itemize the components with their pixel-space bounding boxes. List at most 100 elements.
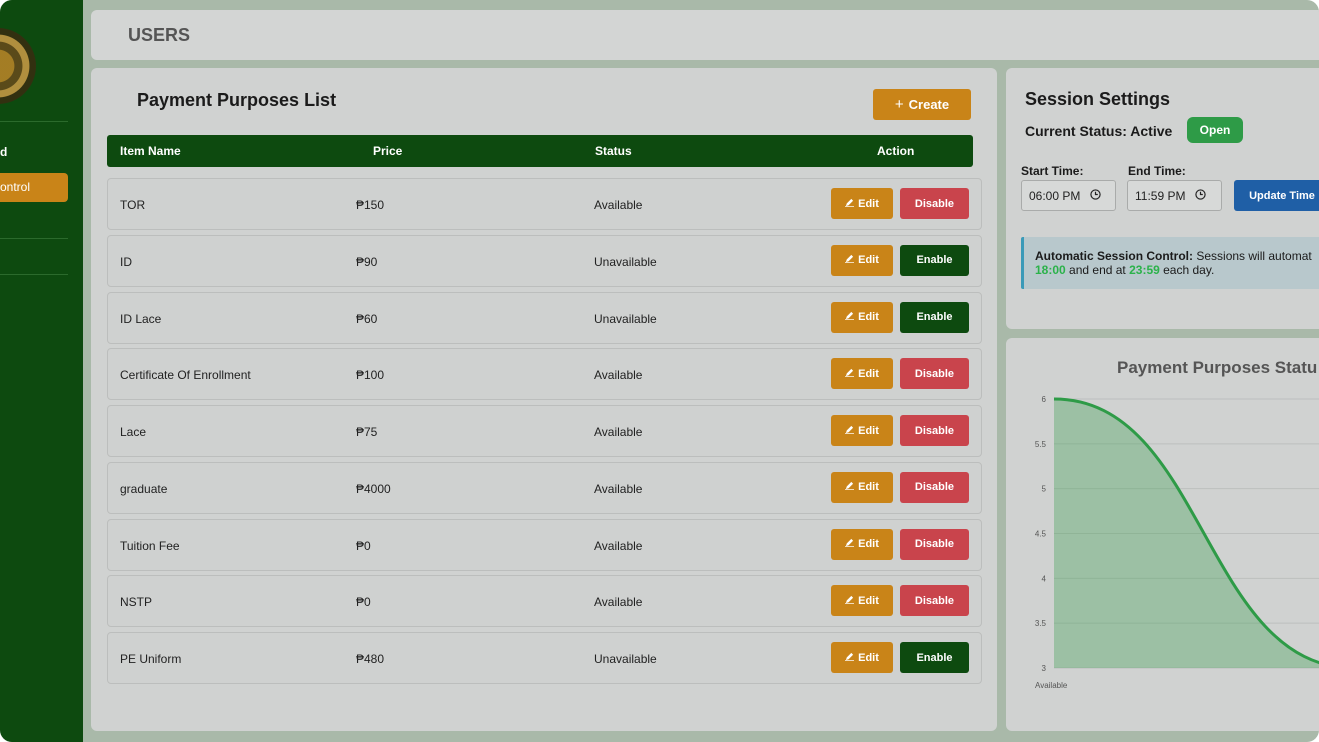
column-header-action: Action [877,144,915,158]
info-heading: Automatic Session Control: [1035,249,1194,263]
pencil-icon [845,198,855,210]
edit-button[interactable]: Edit [831,301,893,333]
column-header-item-name: Item Name [120,144,181,158]
table-row: TOR ₱150 Available Edit Disable [107,178,982,230]
table-row: Tuition Fee ₱0 Available Edit Disable [107,518,982,571]
item-name: Certificate Of Enrollment [120,368,251,383]
edit-button[interactable]: Edit [831,471,893,503]
pencil-icon [845,595,855,607]
end-time-label: End Time: [1128,164,1186,178]
edit-button-label: Edit [858,538,879,550]
edit-button-label: Edit [858,594,879,607]
end-time-input[interactable]: 11:59 PM [1127,180,1222,211]
item-name: Tuition Fee [120,538,180,553]
app-frame: d ontrol USERS Payment Purposes List + C… [0,0,1319,742]
edit-button[interactable]: Edit [831,244,893,276]
item-name: TOR [120,198,146,212]
disable-button[interactable]: Disable [900,585,969,617]
table-row: ID Lace ₱60 Unavailable Edit Enable [107,291,982,344]
start-time-value: 06:00 PM [1029,188,1081,203]
pencil-icon [845,481,855,493]
table-header: Item Name Price Status Action [107,135,973,167]
enable-button[interactable]: Enable [900,244,969,276]
enable-button[interactable]: Enable [900,642,969,673]
edit-button[interactable]: Edit [831,188,893,219]
table-row: PE Uniform ₱480 Unavailable Edit Enable [107,632,982,684]
info-end-time: 23:59 [1129,263,1160,277]
disable-button[interactable]: Disable [900,528,969,560]
y-tick-label: 6 [1042,395,1047,404]
pencil-icon [845,652,855,664]
sidebar: d ontrol [0,0,83,742]
item-price: ₱4000 [356,481,391,496]
info-start-time: 18:00 [1035,263,1066,277]
sidebar-item-session-control[interactable]: ontrol [0,173,68,202]
topbar: USERS [91,10,1319,60]
item-status: Available [594,481,643,496]
edit-button[interactable]: Edit [831,528,893,560]
start-time-input[interactable]: 06:00 PM [1021,180,1116,211]
item-name: PE Uniform [120,652,182,666]
edit-button-label: Edit [858,424,879,437]
edit-button[interactable]: Edit [831,415,893,446]
edit-button-label: Edit [858,254,879,267]
sidebar-divider [0,274,68,275]
item-status: Available [594,538,643,553]
y-tick-label: 5.5 [1035,440,1047,449]
edit-button[interactable]: Edit [831,642,893,673]
item-name: graduate [120,481,168,496]
column-header-status: Status [595,144,632,158]
item-status: Available [594,425,643,439]
item-status: Available [594,198,643,212]
table-row: graduate ₱4000 Available Edit Disable [107,461,982,514]
clock-icon [1195,188,1207,203]
x-tick-label: Available [1035,681,1068,690]
pencil-icon [845,538,855,550]
edit-button[interactable]: Edit [831,358,893,390]
disable-button[interactable]: Disable [900,471,969,503]
item-price: ₱0 [356,595,371,610]
end-time-value: 11:59 PM [1135,188,1186,203]
edit-button-label: Edit [858,651,879,664]
edit-button[interactable]: Edit [831,585,893,617]
session-title: Session Settings [1025,89,1171,109]
item-price: ₱480 [356,652,385,666]
session-status: Current Status: Active [1025,123,1173,139]
info-tail: each day. [1159,263,1215,277]
table-row: ID ₱90 Unavailable Edit Enable [107,234,982,287]
create-button-label: Create [908,97,950,112]
table-row: Lace ₱75 Available Edit Disable [107,405,982,457]
item-status: Available [594,368,643,383]
pencil-icon [845,425,855,437]
clock-icon [1090,188,1102,203]
item-status: Unavailable [594,254,657,269]
item-price: ₱60 [356,311,378,326]
edit-button-label: Edit [858,481,879,494]
info-text: Sessions will automat [1193,249,1312,263]
item-price: ₱90 [356,254,378,269]
pencil-icon [845,368,855,380]
session-settings-panel: Session Settings Current Status: Active … [1006,68,1319,329]
edit-button-label: Edit [858,197,879,210]
sidebar-item-dashboard[interactable]: d [0,145,7,159]
payment-status-chart: 6 5.5 5 4.5 4 3.5 3 Available [1035,395,1319,690]
y-tick-label: 3 [1042,664,1047,673]
info-mid: and end at [1065,263,1130,277]
update-time-button[interactable]: Update Time [1234,180,1319,211]
payment-status-chart-panel: Payment Purposes Statu 6 5.5 5 4.5 4 3.5 3 Avai… [1006,338,1319,731]
pencil-icon [845,311,855,323]
y-tick-label: 4.5 [1035,530,1047,539]
enable-button[interactable]: Enable [900,301,969,333]
table-row: NSTP ₱0 Available Edit Disable [107,575,982,628]
disable-button[interactable]: Disable [900,415,969,446]
plus-icon: + [894,96,904,113]
item-status: Available [594,595,643,610]
create-button[interactable]: + Create [873,89,971,120]
payment-purposes-panel: Payment Purposes List + Create Item Name… [91,68,997,731]
column-header-price: Price [373,144,403,158]
pencil-icon [845,254,855,266]
disable-button[interactable]: Disable [900,188,969,219]
item-price: ₱0 [356,538,371,553]
y-tick-label: 4 [1042,574,1047,583]
disable-button[interactable]: Disable [900,358,969,390]
